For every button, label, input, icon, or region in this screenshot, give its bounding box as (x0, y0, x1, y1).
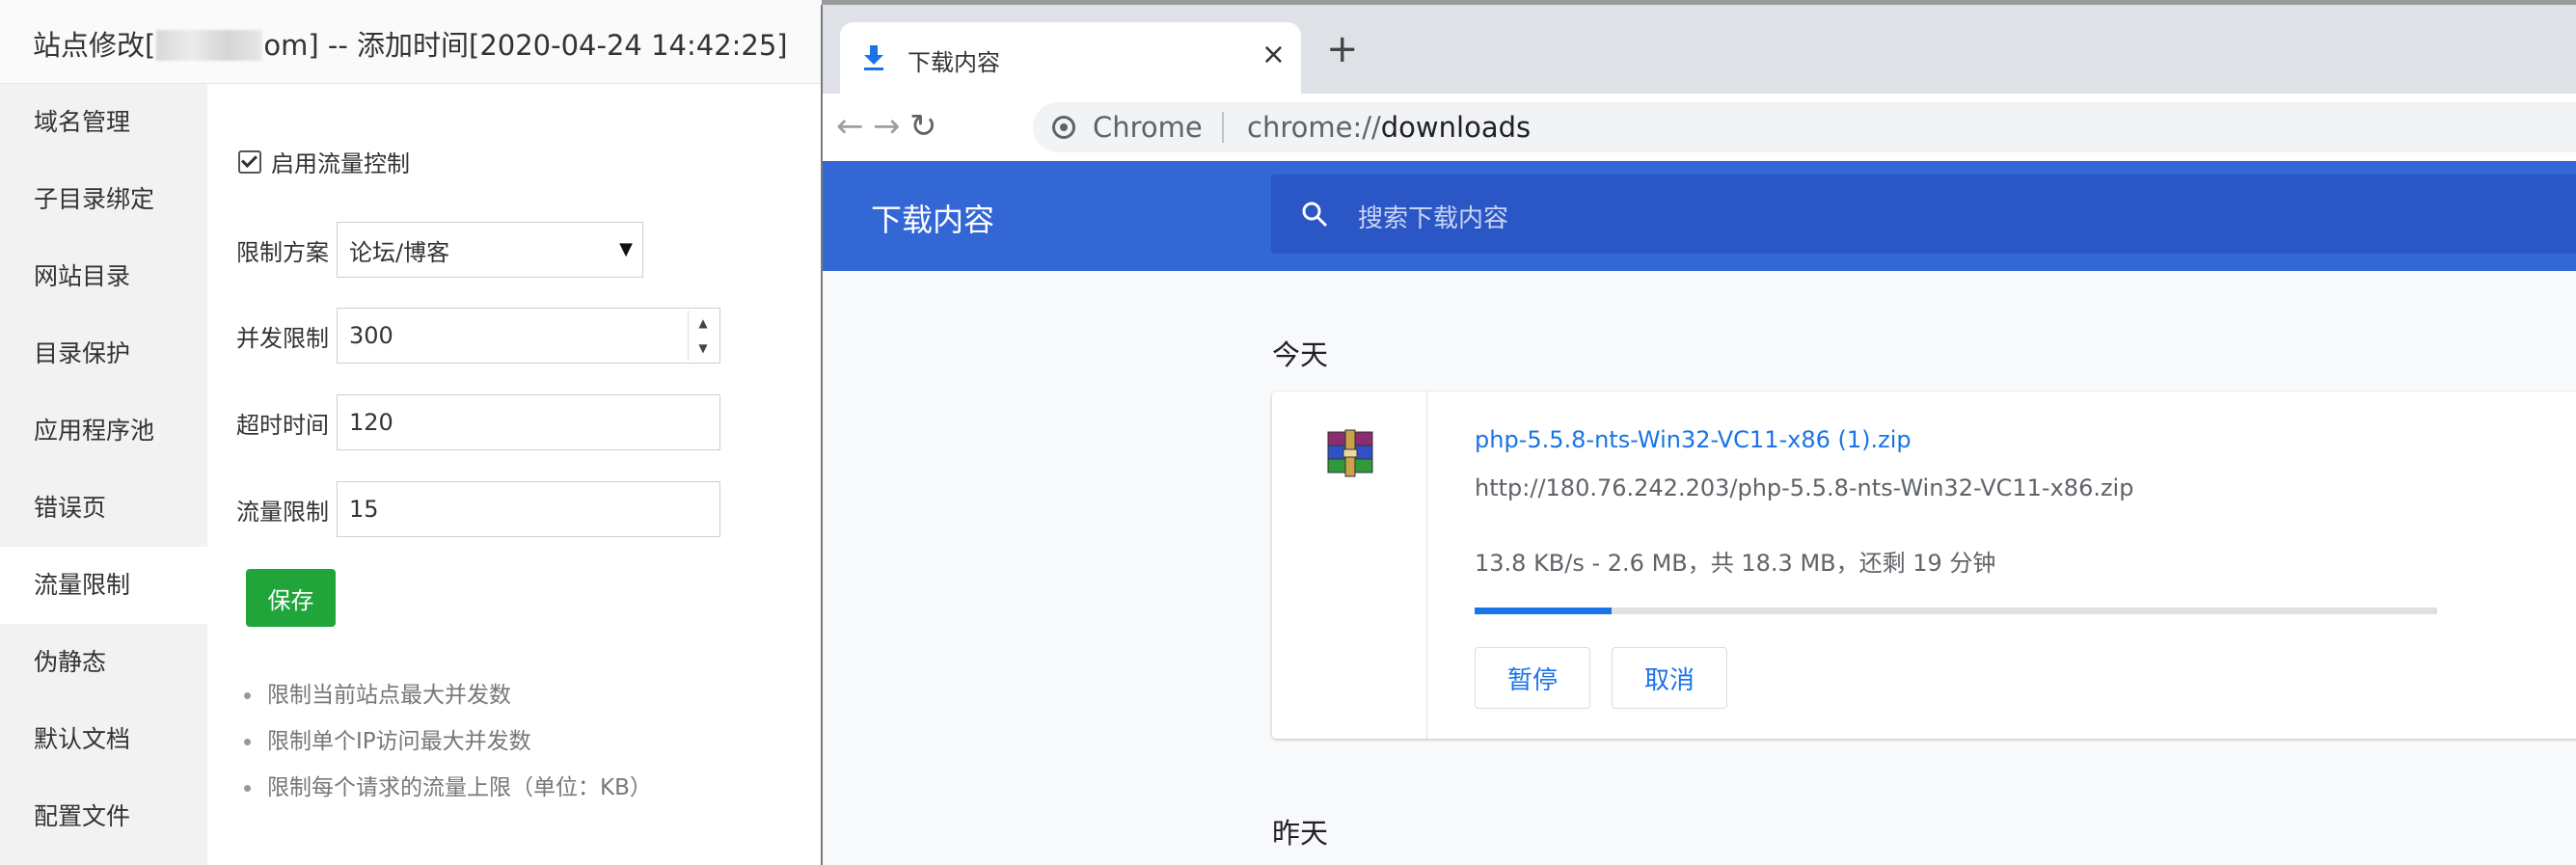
plan-label: 限制方案 (236, 238, 329, 266)
download-status: 13.8 KB/s - 2.6 MB，共 18.3 MB，还剩 19 分钟 (1475, 550, 1996, 577)
concurrency-label: 并发限制 (236, 324, 329, 352)
timeout-value: 120 (349, 409, 393, 436)
new-tab-button[interactable]: + (1326, 30, 1359, 68)
menu-item[interactable]: 默认文档 (0, 701, 207, 778)
traffic-value: 15 (349, 496, 379, 523)
dialog-title: 站点修改[ om] -- 添加时间[2020-04-24 14:42:25] (33, 23, 788, 64)
concurrency-input[interactable]: 300 ▲ ▼ (337, 308, 720, 364)
plan-select-value: 论坛/博客 (349, 238, 450, 266)
section-yesterday: 昨天 (1272, 817, 1329, 850)
download-icon (864, 45, 883, 70)
number-spinner[interactable]: ▲ ▼ (688, 311, 718, 361)
downloads-header: 下载内容 搜索下载内容 (823, 161, 2576, 271)
plan-row: 限制方案 论坛/博客 ▼ (236, 222, 643, 278)
menu-item[interactable]: 配置文件 (0, 778, 207, 855)
search-placeholder: 搜索下载内容 (1358, 204, 1509, 233)
download-progress-fill (1475, 608, 1612, 614)
arrow-right-icon[interactable]: → (873, 107, 901, 146)
close-tab-icon[interactable]: × (1261, 38, 1286, 71)
timeout-row: 超时时间 120 (236, 394, 720, 450)
dialog-title-suffix: om] -- 添加时间[2020-04-24 14:42:25] (263, 29, 788, 62)
browser-toolbar: ← → ↻ Chrome chrome://downloads (823, 94, 2576, 162)
menu-item[interactable]: 目录保护 (0, 315, 207, 392)
tab-downloads[interactable]: 下载内容 × (840, 22, 1301, 94)
tip-item: 限制单个IP访问最大并发数 (236, 718, 652, 765)
tab-strip: 下载内容 × + (823, 5, 2576, 94)
download-file-name[interactable]: php-5.5.8-nts-Win32-VC11-x86 (1).zip (1475, 426, 1912, 453)
url-host: downloads (1380, 111, 1532, 144)
menu-item[interactable]: 应用程序池 (0, 392, 207, 470)
redacted-domain (156, 30, 263, 61)
tip-item: 限制当前站点最大并发数 (236, 672, 652, 718)
timeout-input[interactable]: 120 (337, 394, 720, 450)
chrome-logo-icon (1052, 116, 1075, 139)
download-source-url: http://180.76.242.203/php-5.5.8-nts-Win3… (1475, 474, 2134, 501)
address-bar-chip: Chrome (1093, 111, 1203, 144)
dialog-title-bar: 站点修改[ om] -- 添加时间[2020-04-24 14:42:25] (0, 0, 822, 84)
downloads-list: 今天 php-5.5.8-nts-Win32-VC11-x86 (1).zip … (823, 271, 2576, 865)
site-settings-dialog: 站点修改[ om] -- 添加时间[2020-04-24 14:42:25] 域名… (0, 0, 822, 865)
help-tips: 限制当前站点最大并发数 限制单个IP访问最大并发数 限制每个请求的流量上限（单位：K… (236, 672, 652, 811)
save-button[interactable]: 保存 (246, 569, 336, 627)
reload-icon[interactable]: ↻ (909, 107, 937, 146)
chrome-window: 下载内容 × + ← → ↻ Chrome chrome://downloads… (821, 5, 2576, 865)
tip-item: 限制每个请求的流量上限（单位：KB） (236, 765, 652, 811)
traffic-label: 流量限制 (236, 498, 329, 526)
traffic-input[interactable]: 15 (337, 481, 720, 537)
plan-select[interactable]: 论坛/博客 ▼ (337, 222, 643, 278)
menu-item[interactable]: 子目录绑定 (0, 161, 207, 238)
menu-item[interactable]: 网站目录 (0, 238, 207, 315)
address-bar[interactable]: Chrome chrome://downloads (1033, 102, 2576, 152)
cancel-button[interactable]: 取消 (1612, 647, 1727, 709)
timeout-label: 超时时间 (236, 411, 329, 439)
downloads-page-title: 下载内容 (871, 202, 995, 238)
spinner-up-icon[interactable]: ▲ (689, 311, 718, 336)
winrar-archive-icon (1327, 429, 1373, 477)
concurrency-row: 并发限制 300 ▲ ▼ (236, 308, 720, 364)
download-progress-bar (1475, 608, 2437, 614)
menu-item[interactable]: 流量限制 (0, 547, 207, 624)
traffic-row: 流量限制 15 (236, 481, 720, 537)
search-icon (1302, 202, 1328, 228)
dialog-title-prefix: 站点修改[ (33, 29, 156, 62)
enable-traffic-control-label: 启用流量控制 (271, 150, 410, 177)
tab-title: 下载内容 (908, 49, 1000, 76)
menu-item[interactable]: 错误页 (0, 470, 207, 547)
address-bar-separator (1222, 112, 1224, 143)
download-item-card: php-5.5.8-nts-Win32-VC11-x86 (1).zip htt… (1272, 392, 2576, 739)
menu-item[interactable]: 域名管理 (0, 84, 207, 161)
menu-item[interactable]: 伪静态 (0, 624, 207, 701)
arrow-left-icon[interactable]: ← (836, 107, 864, 146)
spinner-down-icon[interactable]: ▼ (689, 336, 718, 361)
traffic-limit-form: 启用流量控制 限制方案 论坛/博客 ▼ 并发限制 300 ▲ ▼ 超时时间 12… (207, 84, 822, 865)
downloads-search-input[interactable]: 搜索下载内容 (1271, 175, 2576, 254)
dropdown-arrow-icon: ▼ (619, 239, 633, 259)
address-bar-url: chrome://downloads (1247, 111, 1531, 144)
concurrency-value: 300 (349, 322, 393, 349)
settings-menu: 域名管理 子目录绑定 网站目录 目录保护 应用程序池 错误页 流量限制 伪静态 默认文档 配置文件 (0, 84, 207, 865)
section-today: 今天 (1272, 338, 1329, 371)
enable-traffic-control-row[interactable]: 启用流量控制 (238, 145, 410, 178)
url-scheme: chrome:// (1247, 111, 1381, 144)
card-divider (1426, 392, 1427, 739)
pause-button[interactable]: 暂停 (1475, 647, 1590, 709)
enable-traffic-control-checkbox[interactable] (238, 149, 261, 174)
